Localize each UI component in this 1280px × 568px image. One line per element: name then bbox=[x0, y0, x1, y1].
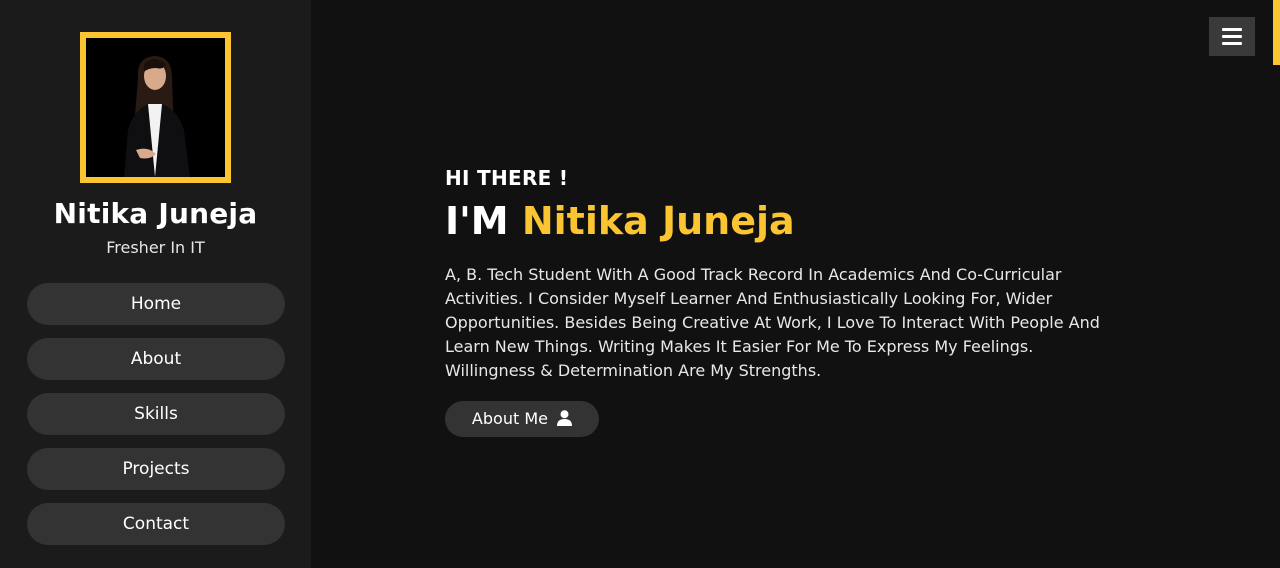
avatar bbox=[80, 32, 231, 183]
hamburger-icon bbox=[1222, 28, 1242, 31]
nav-item-about[interactable]: About bbox=[27, 338, 285, 380]
headline-prefix: I'M bbox=[445, 199, 509, 243]
user-icon bbox=[557, 410, 573, 426]
sidebar: Nitika Juneja Fresher In IT Home About S… bbox=[0, 0, 311, 568]
about-me-button[interactable]: About Me bbox=[445, 401, 599, 437]
sidebar-nav: Home About Skills Projects Contact bbox=[27, 283, 285, 558]
menu-toggle-button[interactable] bbox=[1209, 17, 1255, 56]
profile-role: Fresher In IT bbox=[106, 238, 205, 257]
hero-intro: A, B. Tech Student With A Good Track Rec… bbox=[445, 265, 1100, 380]
nav-item-projects[interactable]: Projects bbox=[27, 448, 285, 490]
scrollbar-thumb[interactable] bbox=[1273, 0, 1280, 65]
about-me-label: About Me bbox=[471, 409, 548, 428]
nav-item-home[interactable]: Home bbox=[27, 283, 285, 325]
headline-name: Nitika Juneja bbox=[521, 199, 795, 243]
profile-photo bbox=[86, 38, 225, 177]
nav-item-contact[interactable]: Contact bbox=[27, 503, 285, 545]
profile-name: Nitika Juneja bbox=[53, 197, 258, 230]
hero-headline: I'M Nitika Juneja bbox=[445, 199, 795, 243]
hero-greeting: HI THERE ! bbox=[445, 166, 569, 190]
nav-item-skills[interactable]: Skills bbox=[27, 393, 285, 435]
